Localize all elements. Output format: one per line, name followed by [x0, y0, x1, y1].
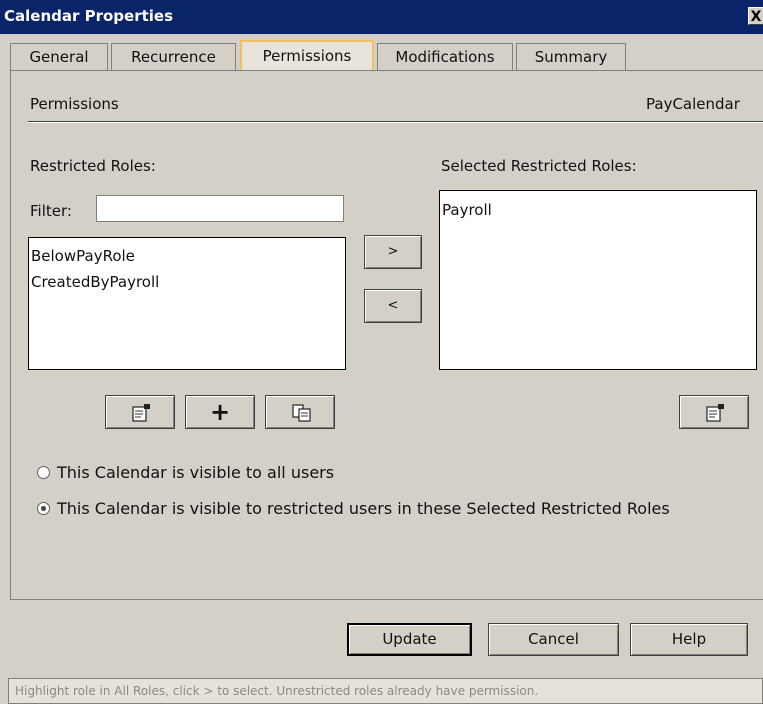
selected-role-properties-button[interactable] [679, 395, 749, 429]
tab-summary[interactable]: Summary [516, 43, 626, 71]
tab-modifications[interactable]: Modifications [377, 43, 513, 71]
selected-roles-label: Selected Restricted Roles: [441, 157, 637, 175]
visibility-all-label[interactable]: This Calendar is visible to all users [57, 463, 334, 482]
add-role-button[interactable]: > [364, 235, 422, 269]
tab-recurrence[interactable]: Recurrence [111, 43, 236, 71]
window-title: Calendar Properties [4, 7, 174, 25]
properties-icon [132, 404, 152, 422]
tab-permissions[interactable]: Permissions [240, 40, 374, 71]
tab-general[interactable]: General [10, 43, 108, 71]
restricted-roles-label: Restricted Roles: [30, 157, 156, 175]
section-heading: Permissions [30, 95, 119, 113]
list-item[interactable]: BelowPayRole [31, 247, 135, 265]
remove-role-button[interactable]: < [364, 289, 422, 323]
list-item[interactable]: Payroll [442, 201, 492, 219]
radio-selected-dot [41, 506, 46, 511]
help-button[interactable]: Help [630, 623, 748, 656]
selected-roles-list[interactable]: Payroll [439, 190, 757, 370]
copy-icon [292, 404, 312, 422]
calendar-properties-dialog: Calendar Properties X General Recurrence… [0, 0, 763, 704]
filter-input[interactable] [96, 195, 344, 222]
title-bar[interactable]: Calendar Properties X [0, 0, 763, 34]
filter-label: Filter: [30, 202, 72, 220]
visibility-all-radio[interactable] [37, 466, 50, 479]
role-properties-button[interactable] [105, 395, 175, 429]
close-button[interactable]: X [748, 7, 763, 25]
restricted-roles-list[interactable]: BelowPayRole CreatedByPayroll [28, 237, 346, 370]
plus-icon: + [209, 398, 231, 426]
calendar-name: PayCalendar [646, 95, 740, 113]
status-text: Highlight role in All Roles, click > to … [15, 684, 539, 698]
section-divider [28, 121, 763, 123]
properties-icon [706, 404, 726, 422]
visibility-restricted-label[interactable]: This Calendar is visible to restricted u… [57, 499, 670, 518]
add-new-role-button[interactable]: + [185, 395, 255, 429]
cancel-button[interactable]: Cancel [488, 623, 619, 656]
copy-role-button[interactable] [265, 395, 335, 429]
list-item[interactable]: CreatedByPayroll [31, 273, 159, 291]
visibility-restricted-radio[interactable] [37, 502, 50, 515]
status-bar: Highlight role in All Roles, click > to … [8, 678, 763, 704]
update-button[interactable]: Update [347, 623, 472, 656]
